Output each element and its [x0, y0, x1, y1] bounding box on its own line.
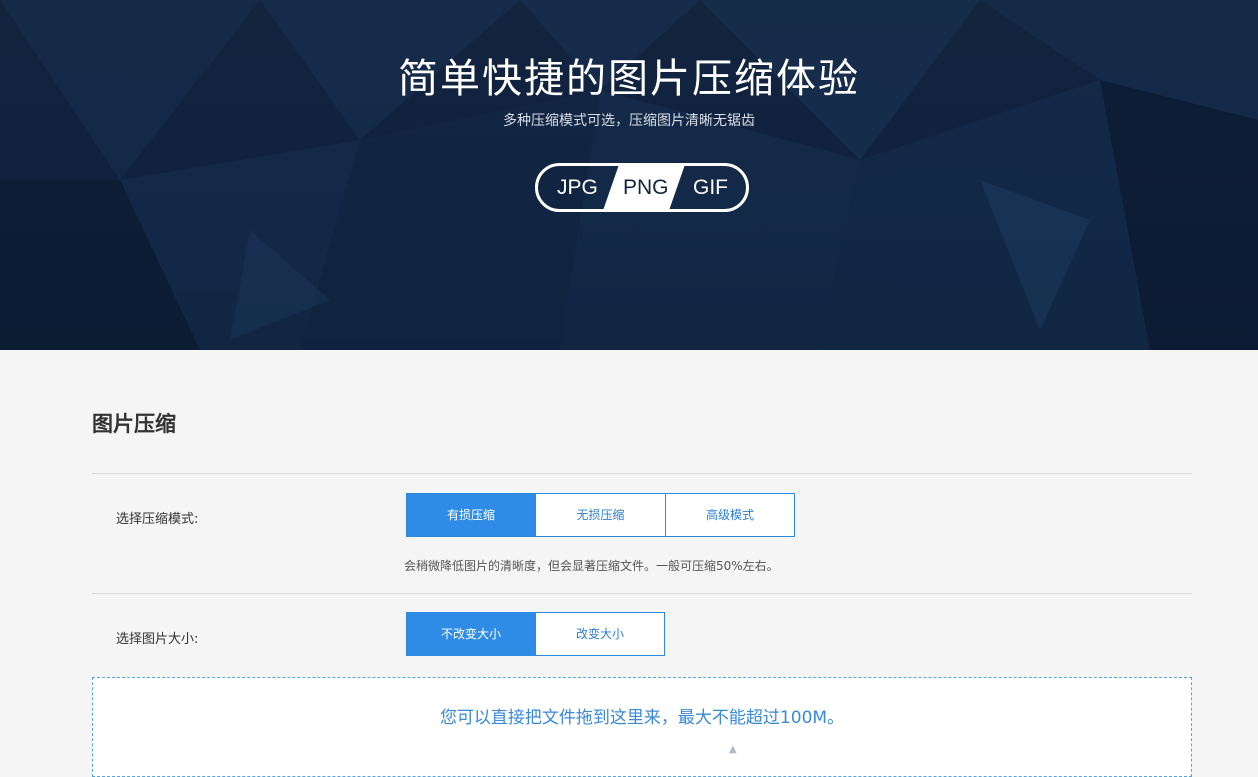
- section-title: 图片压缩: [92, 412, 176, 436]
- size-change-button[interactable]: 改变大小: [536, 612, 665, 656]
- divider-top: [92, 473, 1192, 474]
- size-label: 选择图片大小:: [116, 632, 199, 647]
- dropzone-text: 您可以直接把文件拖到这里来，最大不能超过100M。: [439, 708, 845, 728]
- mode-selector: 有损压缩 无损压缩 高级模式: [406, 493, 795, 537]
- format-badge: JPG PNG GIF: [535, 163, 749, 212]
- compress-panel: 图片压缩 选择压缩模式: 有损压缩 无损压缩 高级模式 会稍微降低图片的清晰度，…: [0, 350, 1258, 777]
- hero-title: 简单快捷的图片压缩体验: [398, 56, 860, 102]
- divider-middle: [92, 593, 1192, 594]
- format-png: PNG: [623, 176, 669, 199]
- mode-lossy-button[interactable]: 有损压缩: [406, 493, 536, 537]
- mode-description: 会稍微降低图片的清晰度，但会显著压缩文件。一般可压缩50%左右。: [404, 559, 779, 573]
- hero-banner: 简单快捷的图片压缩体验 多种压缩模式可选，压缩图片清晰无锯齿 JPG PNG G…: [0, 0, 1258, 350]
- file-dropzone[interactable]: 您可以直接把文件拖到这里来，最大不能超过100M。 ▲: [92, 677, 1192, 777]
- size-keep-button[interactable]: 不改变大小: [406, 612, 536, 656]
- hero-subtitle: 多种压缩模式可选，压缩图片清晰无锯齿: [503, 113, 755, 129]
- mode-label: 选择压缩模式:: [116, 512, 199, 527]
- size-selector: 不改变大小 改变大小: [406, 612, 665, 656]
- format-gif: GIF: [693, 176, 728, 199]
- format-jpg: JPG: [557, 176, 598, 199]
- mode-lossless-button[interactable]: 无损压缩: [536, 493, 666, 537]
- mode-advanced-button[interactable]: 高级模式: [666, 493, 795, 537]
